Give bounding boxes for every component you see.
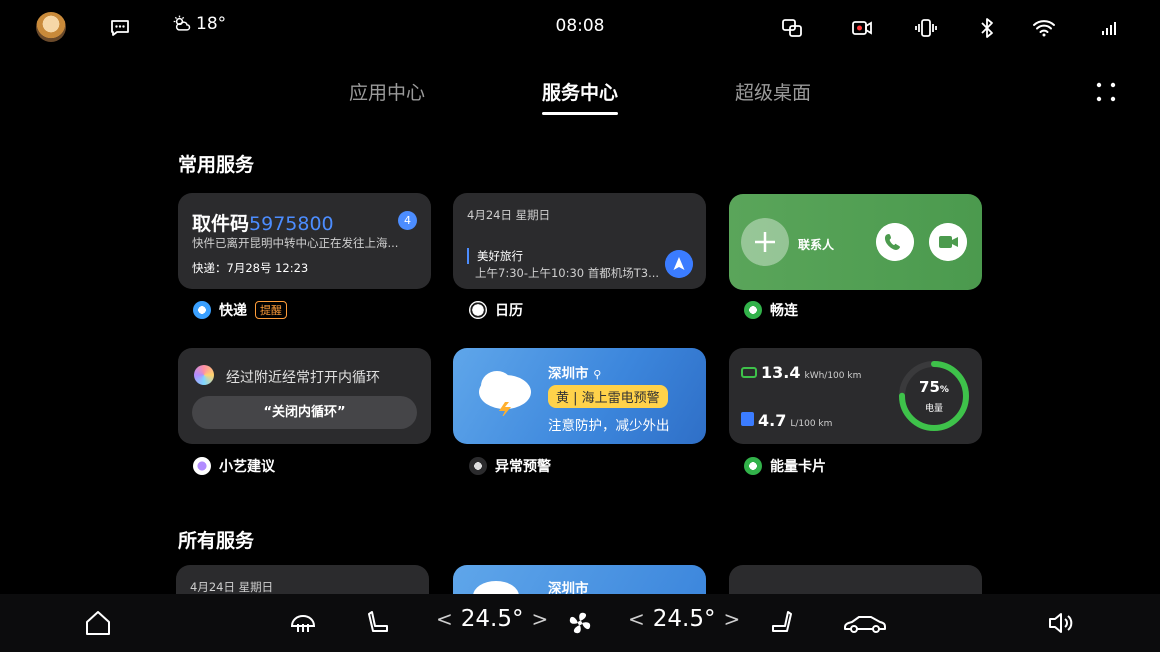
battery-ring <box>899 361 969 431</box>
left-temp-increase[interactable]: > <box>531 607 548 631</box>
suggestion-card[interactable]: 经过附近经常打开内循环 “关闭内循环” <box>178 348 431 444</box>
screen-mirror-icon[interactable] <box>780 16 804 40</box>
signal-icon <box>1102 22 1116 35</box>
calendar-event: 美好旅行 <box>467 248 523 264</box>
all-calendar-date: 4月24日 星期日 <box>190 580 274 594</box>
assistant-icon <box>193 457 211 475</box>
right-temp-decrease[interactable]: < <box>628 607 645 631</box>
energy-app-icon <box>744 457 762 475</box>
city-name-text: 深圳市 <box>548 366 589 382</box>
connect-label-text: 畅连 <box>770 303 798 319</box>
car-icon[interactable] <box>842 608 888 638</box>
wifi-icon[interactable] <box>1032 16 1056 40</box>
right-temp-increase[interactable]: > <box>723 607 740 631</box>
connect-app-icon <box>744 301 762 319</box>
suggestion-label[interactable]: 小艺建议 <box>193 456 275 476</box>
phone-call-icon[interactable] <box>876 223 914 261</box>
warning-app-icon <box>469 457 487 475</box>
volume-icon[interactable] <box>1046 608 1076 638</box>
pickup-code: 取件码5975800 <box>192 209 334 236</box>
navigate-icon[interactable] <box>665 250 693 278</box>
record-icon[interactable] <box>850 16 874 40</box>
calendar-label-text: 日历 <box>495 303 523 319</box>
calendar-icon <box>469 301 487 319</box>
pickup-code-label: 取件码 <box>192 213 250 235</box>
weather-warning-card[interactable]: 深圳市 ⚲ 黄 | 海上雷电预警 注意防护，减少外出 <box>453 348 706 444</box>
suggestion-text: 经过附近经常打开内循环 <box>226 370 380 386</box>
express-status: 快件已离开昆明中转中心正在发往上海... <box>192 236 399 250</box>
calendar-date: 4月24日 星期日 <box>467 208 551 222</box>
fuel-pump-icon <box>741 412 754 426</box>
tab-bar: 应用中心 服务中心 超级桌面 <box>0 78 1160 118</box>
section-title-all: 所有服务 <box>178 530 255 552</box>
battery-icon <box>741 367 757 378</box>
power-unit: kWh/100 km <box>804 371 862 381</box>
vibrate-icon[interactable] <box>914 16 938 40</box>
energy-label[interactable]: 能量卡片 <box>744 456 826 476</box>
energy-card[interactable]: 13.4 kWh/100 km 4.7 L/100 km 75% 电量 <box>729 348 982 444</box>
city-name: 深圳市 ⚲ <box>548 362 601 382</box>
more-grid-icon[interactable] <box>1094 80 1118 104</box>
assistant-orb-icon <box>194 365 214 385</box>
left-temp-decrease[interactable]: < <box>436 607 453 631</box>
seat-icon[interactable] <box>364 608 394 638</box>
rear-defrost-icon[interactable] <box>288 608 318 638</box>
fuel-consumption: 4.7 L/100 km <box>741 411 832 430</box>
close-recirculation-button[interactable]: “关闭内循环” <box>192 396 417 429</box>
express-icon <box>193 301 211 319</box>
contact-label: 联系人 <box>798 238 835 252</box>
status-bar: 18° 08:08 <box>0 0 1160 56</box>
warning-badge: 黄 | 海上雷电预警 <box>548 385 668 408</box>
remind-tag: 提醒 <box>255 301 287 319</box>
power-value: 13.4 <box>761 363 801 382</box>
right-temp-value: 24.5° <box>652 606 716 632</box>
battery-percent: 75% <box>897 378 971 396</box>
location-pin-icon: ⚲ <box>593 368 602 381</box>
express-time: 快递：7月28号 12:23 <box>192 261 309 275</box>
connect-label[interactable]: 畅连 <box>744 300 798 320</box>
passenger-seat-icon[interactable] <box>766 608 796 638</box>
suggestion-label-text: 小艺建议 <box>219 459 275 475</box>
bluetooth-icon[interactable] <box>975 16 999 40</box>
warning-label-text: 异常预警 <box>495 459 551 475</box>
battery-percent-value: 75 <box>919 378 940 396</box>
bottom-dock: < 24.5° > < 24.5° > <box>0 594 1160 652</box>
fuel-value: 4.7 <box>758 411 787 430</box>
power-consumption: 13.4 kWh/100 km <box>741 363 861 382</box>
express-label-text: 快递 <box>219 303 247 319</box>
fan-icon[interactable] <box>565 608 595 638</box>
warning-tip: 注意防护，减少外出 <box>548 418 670 434</box>
calendar-label[interactable]: 日历 <box>469 300 523 320</box>
energy-label-text: 能量卡片 <box>770 459 826 475</box>
tab-app-center[interactable]: 应用中心 <box>349 78 425 105</box>
calendar-card[interactable]: 4月24日 星期日 美好旅行 上午7:30-上午10:30 首都机场T3... <box>453 193 706 289</box>
fuel-unit: L/100 km <box>790 419 833 429</box>
thunderstorm-icon <box>479 371 531 416</box>
battery-label: 电量 <box>924 404 943 414</box>
battery-percent-sign: % <box>939 385 949 395</box>
add-contact-icon[interactable] <box>741 218 789 266</box>
warning-label[interactable]: 异常预警 <box>469 456 551 476</box>
home-icon[interactable] <box>83 608 113 638</box>
left-temp-value: 24.5° <box>460 606 524 632</box>
express-label[interactable]: 快递 提醒 <box>193 300 287 320</box>
connect-card[interactable]: 联系人 <box>729 194 982 290</box>
section-title-common: 常用服务 <box>178 154 255 176</box>
pickup-code-value: 5975800 <box>249 213 334 235</box>
express-card[interactable]: 取件码5975800 4 快件已离开昆明中转中心正在发往上海... 快递：7月2… <box>178 193 431 289</box>
video-call-icon[interactable] <box>929 223 967 261</box>
tab-super-desktop[interactable]: 超级桌面 <box>735 78 811 105</box>
right-temperature-control[interactable]: < 24.5° > <box>628 606 740 632</box>
count-badge: 4 <box>398 211 417 230</box>
calendar-event-time: 上午7:30-上午10:30 首都机场T3... <box>475 266 660 280</box>
tab-service-center[interactable]: 服务中心 <box>542 78 619 115</box>
left-temperature-control[interactable]: < 24.5° > <box>436 606 548 632</box>
